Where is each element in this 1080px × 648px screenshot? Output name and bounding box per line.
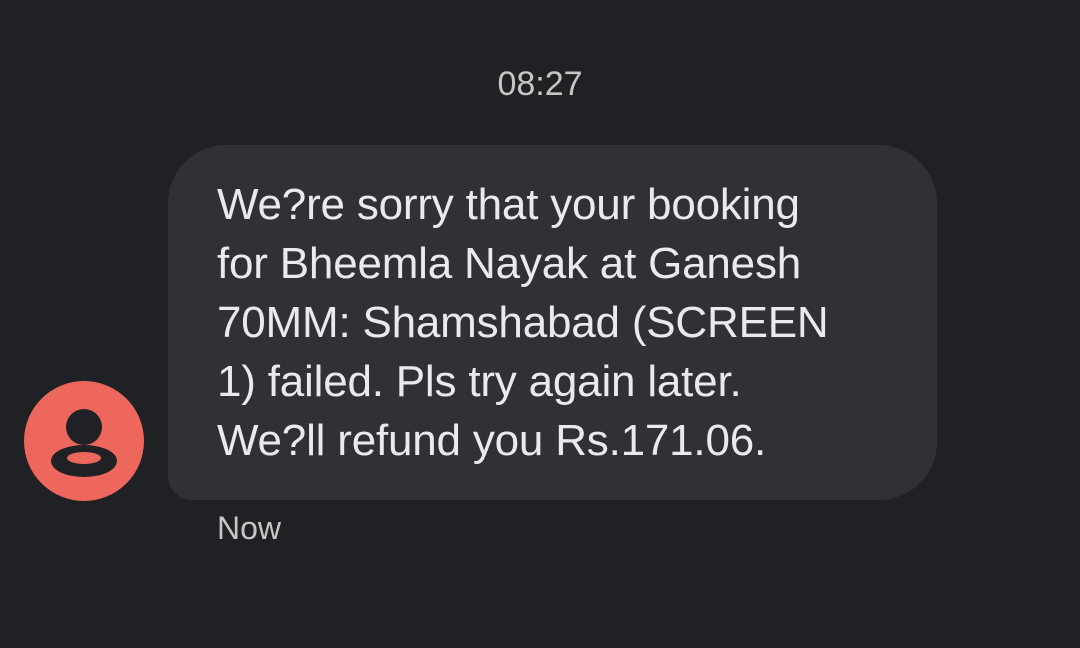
- message-bubble[interactable]: We?re sorry that your booking for Bheeml…: [168, 145, 937, 500]
- person-icon: [51, 409, 117, 477]
- sender-avatar[interactable]: [24, 381, 144, 501]
- date-header: 08:27: [497, 65, 583, 103]
- message-timestamp: Now: [217, 510, 282, 546]
- message-text: We?re sorry that your booking for Bheeml…: [217, 180, 829, 465]
